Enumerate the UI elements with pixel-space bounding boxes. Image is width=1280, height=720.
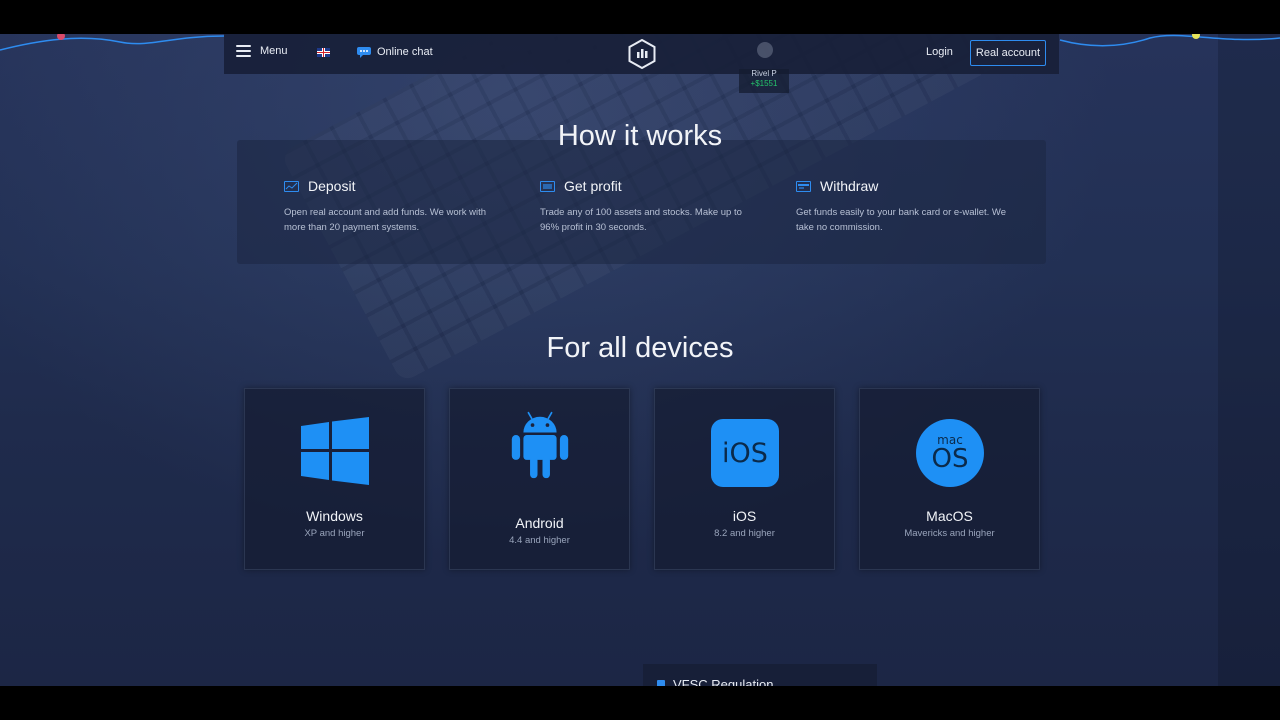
regulation-label: VFSC Regulation: [673, 677, 774, 686]
device-card-ios[interactable]: iOS iOS 8.2 and higher: [654, 388, 835, 570]
uk-flag-icon[interactable]: [317, 48, 330, 57]
real-account-button[interactable]: Real account: [970, 40, 1046, 66]
hamburger-icon: [236, 45, 251, 57]
trade-amount: +$1551: [750, 79, 778, 88]
step-title: Deposit: [308, 178, 356, 194]
step-description: Get funds easily to your bank card or e-…: [796, 207, 1006, 233]
step-description: Trade any of 100 assets and stocks. Make…: [540, 207, 742, 233]
macos-logo-big-text: OS: [931, 444, 969, 474]
step-withdraw: Withdraw Get funds easily to your bank c…: [796, 178, 1011, 235]
device-subtitle: 4.4 and higher: [509, 535, 570, 546]
regulation-banner[interactable]: VFSC Regulation: [643, 664, 877, 686]
device-subtitle: Mavericks and higher: [904, 528, 995, 539]
step-deposit: Deposit Open real account and add funds.…: [284, 178, 499, 235]
chart-card-icon: [284, 180, 299, 192]
device-card-windows[interactable]: Windows XP and higher: [244, 388, 425, 570]
login-link[interactable]: Login: [926, 46, 953, 58]
device-name: iOS: [732, 508, 757, 524]
device-name: Windows: [306, 508, 363, 524]
device-name: Android: [515, 515, 564, 531]
device-card-macos[interactable]: mac OS MacOS Mavericks and higher: [859, 388, 1040, 570]
landing-page: Menu Online chat Login Real account Rive…: [0, 34, 1280, 686]
step-title: Get profit: [564, 178, 622, 194]
trade-notification: Rivel P +$1551: [739, 69, 789, 93]
android-icon: [511, 411, 569, 479]
trader-name: Rivel P: [751, 69, 777, 78]
top-navigation-bar: Menu Online chat Login Real account: [224, 34, 1059, 74]
menu-label: Menu: [260, 45, 288, 57]
device-subtitle: XP and higher: [304, 528, 365, 539]
how-it-works-title: How it works: [557, 120, 723, 152]
profit-card-icon: [540, 180, 555, 192]
device-name: MacOS: [926, 508, 973, 524]
step-title: Withdraw: [820, 178, 879, 194]
letterbox-top: [0, 0, 1280, 34]
brand-logo-icon[interactable]: [627, 39, 657, 69]
chat-bubble-icon: [357, 46, 371, 58]
step-description: Open real account and add funds. We work…: [284, 207, 487, 233]
windows-icon: [301, 417, 369, 485]
device-card-android[interactable]: Android 4.4 and higher: [449, 388, 630, 570]
online-chat-button[interactable]: Online chat: [357, 46, 433, 58]
menu-button[interactable]: Menu: [236, 45, 288, 57]
trader-avatar: [757, 42, 773, 58]
device-subtitle: 8.2 and higher: [714, 528, 775, 539]
online-chat-label: Online chat: [377, 46, 433, 58]
ios-icon: iOS: [711, 419, 779, 487]
macos-icon: mac OS: [916, 419, 984, 487]
withdraw-card-icon: [796, 180, 811, 192]
devices-title: For all devices: [546, 332, 734, 364]
step-get-profit: Get profit Trade any of 100 assets and s…: [540, 178, 755, 235]
letterbox-bottom: [0, 686, 1280, 720]
